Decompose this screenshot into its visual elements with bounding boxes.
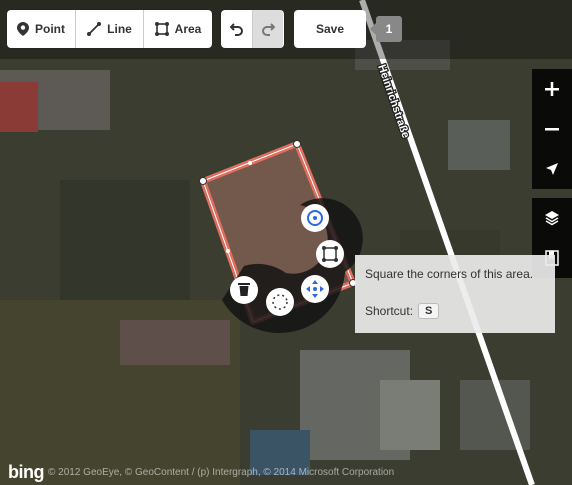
operation-tooltip: Square the corners of this area. Shortcu… — [355, 255, 555, 333]
background-layers-button[interactable] — [532, 198, 572, 238]
area-vertex[interactable] — [293, 140, 301, 148]
shortcut-key: S — [418, 303, 440, 319]
aerial-roof — [460, 380, 530, 450]
zoom-out-button[interactable] — [532, 109, 572, 149]
square-button[interactable] — [316, 240, 344, 268]
locate-button[interactable] — [532, 149, 572, 189]
circularize-button[interactable] — [301, 204, 329, 232]
zoom-out-icon — [545, 128, 559, 131]
aerial-trees — [60, 180, 190, 300]
area-midpoint[interactable] — [226, 249, 230, 253]
area-vertex[interactable] — [199, 177, 207, 185]
redo-button[interactable] — [252, 10, 283, 48]
area-label: Area — [174, 22, 202, 36]
line-label: Line — [107, 22, 132, 36]
point-label: Point — [35, 22, 65, 36]
add-line-button[interactable]: Line — [75, 10, 143, 48]
map-controls — [532, 69, 572, 189]
line-icon — [87, 22, 102, 36]
aerial-roof — [120, 320, 230, 365]
point-icon — [17, 22, 29, 36]
area-icon — [154, 22, 169, 36]
edit-count-badge: 1 — [370, 16, 402, 42]
shortcut-label: Shortcut: — [365, 304, 414, 318]
undo-redo-group — [221, 10, 284, 48]
imagery-attribution: bing © 2012 GeoEye, © GeoContent / (p) I… — [8, 462, 394, 483]
attribution-text[interactable]: © 2012 GeoEye, © GeoContent / (p) Interg… — [48, 467, 394, 478]
area-midpoint[interactable] — [248, 161, 252, 165]
aerial-roof — [448, 120, 510, 170]
add-point-button[interactable]: Point — [7, 10, 75, 48]
tooltip-shortcut: Shortcut: S — [365, 303, 545, 319]
locate-icon — [546, 163, 558, 175]
mode-buttons: Point Line Area — [7, 10, 212, 48]
zoom-in-button[interactable] — [532, 69, 572, 109]
rotate-button[interactable] — [266, 288, 294, 316]
bing-logo: bing — [8, 462, 45, 482]
delete-button[interactable] — [230, 276, 258, 304]
add-area-button[interactable]: Area — [143, 10, 212, 48]
aerial-roof — [0, 82, 38, 132]
undo-icon — [229, 23, 243, 36]
save-button[interactable]: Save — [294, 10, 366, 48]
layers-icon — [545, 211, 559, 226]
undo-button[interactable] — [221, 10, 252, 48]
tooltip-text: Square the corners of this area. — [365, 267, 534, 281]
zoom-in-icon — [545, 82, 559, 96]
move-button[interactable] — [301, 275, 329, 303]
map-canvas[interactable]: Heinrichstraße — [0, 0, 572, 485]
aerial-roof — [380, 380, 440, 450]
redo-icon — [262, 23, 275, 36]
